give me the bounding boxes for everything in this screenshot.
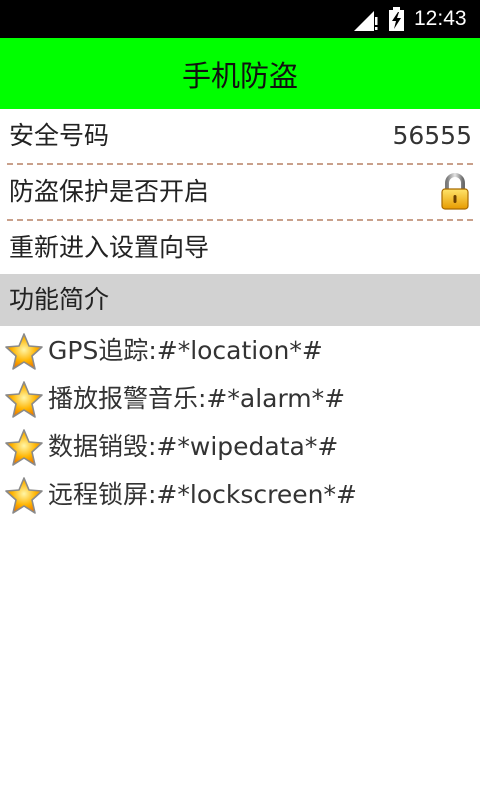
star-icon [5, 477, 43, 514]
feature-text: 播放报警音乐:#*alarm*# [48, 384, 346, 413]
star-icon [5, 381, 43, 418]
feature-text: 数据销毁:#*wipedata*# [48, 432, 339, 461]
feature-text: GPS追踪:#*location*# [48, 336, 323, 365]
feature-intro-title: 功能简介 [9, 285, 110, 314]
page-title: 手机防盗 [181, 58, 298, 93]
star-icon [5, 333, 43, 370]
protection-label: 防盗保护是否开启 [9, 177, 210, 206]
star-icon [5, 429, 43, 466]
protection-row[interactable]: 防盗保护是否开启 [0, 165, 480, 221]
setup-wizard-row[interactable]: 重新进入设置向导 [0, 221, 480, 274]
feature-item: 数据销毁:#*wipedata*# [0, 424, 480, 472]
feature-text: 远程锁屏:#*lockscreen*# [48, 480, 357, 509]
feature-item: 播放报警音乐:#*alarm*# [0, 376, 480, 424]
battery-icon [389, 7, 404, 31]
feature-intro-header: 功能简介 [0, 274, 480, 326]
safe-number-value: 56555 [392, 121, 472, 150]
lock-icon [441, 173, 469, 210]
signal-icon [354, 11, 378, 31]
safe-number-label: 安全号码 [9, 121, 110, 150]
title-bar: 手机防盗 [0, 38, 480, 109]
safe-number-row[interactable]: 安全号码 56555 [0, 109, 480, 165]
status-time: 12:43 [414, 7, 467, 30]
feature-item: GPS追踪:#*location*# [0, 328, 480, 376]
feature-item: 远程锁屏:#*lockscreen*# [0, 472, 480, 520]
setup-wizard-label: 重新进入设置向导 [9, 233, 210, 262]
status-bar: 12:43 [0, 0, 480, 38]
